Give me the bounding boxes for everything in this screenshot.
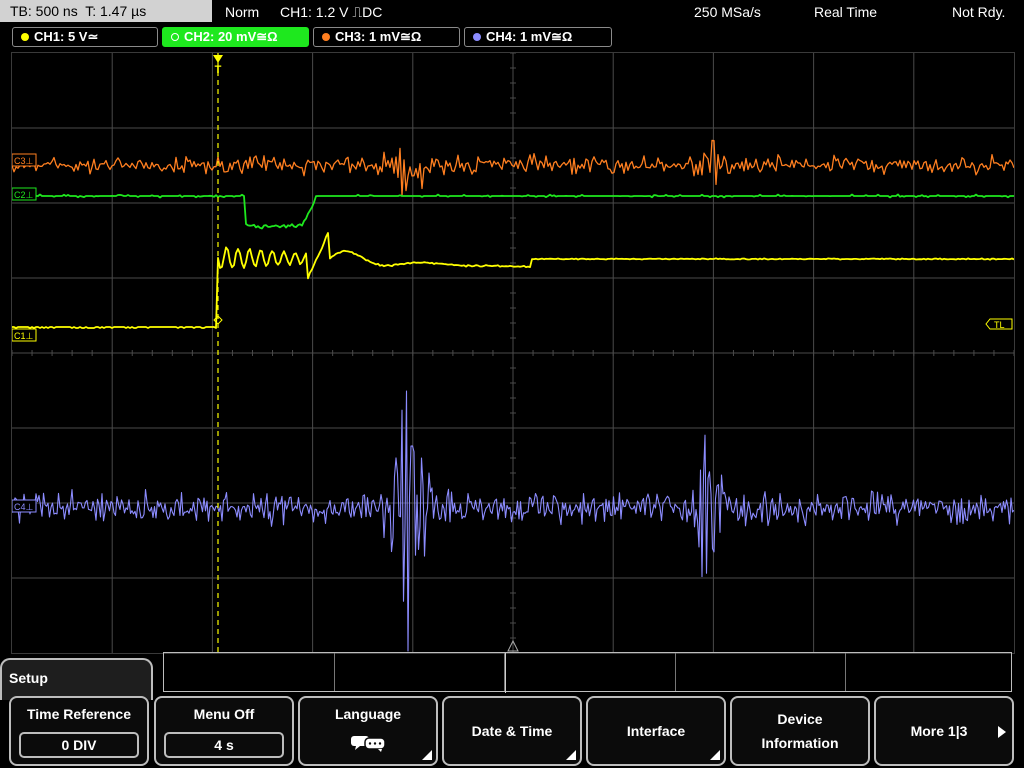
time-reference-value: 0 DIV	[19, 732, 139, 758]
ch4-level-marker: C4⊥	[14, 502, 34, 512]
acquisition-mode: Real Time	[814, 4, 878, 20]
device-information-button[interactable]: Device Information	[730, 696, 870, 766]
more-title: More 1|3	[910, 723, 968, 739]
submenu-arrow-icon	[710, 750, 720, 760]
ch2-level-marker: C2⊥	[14, 190, 34, 200]
menu-off-value: 4 s	[164, 732, 284, 758]
ch2-color-dot	[171, 33, 179, 41]
waveform-display[interactable]: T C3⊥ C2⊥ C1⊥ C4⊥ TL	[11, 52, 1015, 654]
graticule-grid	[12, 53, 1014, 653]
device-information-line2: Information	[761, 735, 839, 751]
strip-center-line	[505, 653, 506, 693]
ch3-level-marker: C3⊥	[14, 156, 34, 166]
trigger-level-marker: TL	[994, 320, 1005, 330]
channel-tab-ch1[interactable]: CH1: 5 V≃	[12, 27, 158, 47]
interface-button[interactable]: Interface	[586, 696, 726, 766]
time-reference-button[interactable]: Time Reference 0 DIV	[9, 696, 149, 766]
trigger-position-label: T	[215, 64, 222, 76]
device-information-title: Device Information	[732, 698, 868, 764]
ch4-label: CH4: 1 mV≅Ω	[486, 29, 573, 44]
setup-menu-tab[interactable]: Setup	[0, 658, 153, 700]
sample-rate: 250 MSa/s	[694, 4, 761, 20]
timebase-readout[interactable]: TB: 500 ns T: 1.47 µs	[0, 0, 212, 22]
device-information-line1: Device	[777, 711, 823, 727]
strip-division	[845, 653, 846, 691]
menu-off-title: Menu Off	[193, 706, 255, 722]
language-title: Language	[334, 706, 402, 722]
trigger-position-icon	[213, 55, 223, 63]
language-button[interactable]: Language	[298, 696, 438, 766]
zoom-strip	[163, 652, 1012, 693]
channel-tab-ch2[interactable]: CH2: 20 mV≅Ω	[162, 27, 309, 47]
ch1-color-dot	[21, 33, 29, 41]
ch2-label: CH2: 20 mV≅Ω	[184, 29, 278, 44]
submenu-arrow-icon	[422, 750, 432, 760]
date-time-button[interactable]: Date & Time	[442, 696, 582, 766]
submenu-arrow-icon	[566, 750, 576, 760]
trigger-state: Not Rdy.	[952, 4, 1006, 20]
next-page-icon	[998, 726, 1006, 738]
strip-division	[334, 653, 335, 691]
time-reference-title: Time Reference	[26, 706, 131, 722]
channel-tab-ch3[interactable]: CH3: 1 mV≅Ω	[313, 27, 460, 47]
ch4-color-dot	[473, 33, 481, 41]
trigger-mode[interactable]: Norm	[225, 2, 259, 22]
date-time-title: Date & Time	[471, 723, 553, 739]
interface-title: Interface	[626, 723, 686, 739]
menu-off-button[interactable]: Menu Off 4 s	[154, 696, 294, 766]
more-button[interactable]: More 1|3	[874, 696, 1014, 766]
channel-tab-ch4[interactable]: CH4: 1 mV≅Ω	[464, 27, 612, 47]
trigger-info[interactable]: CH1: 1.2 V ⎍DC	[280, 2, 382, 22]
ch1-level-marker: C1⊥	[14, 331, 34, 341]
ch1-label: CH1: 5 V≃	[34, 29, 99, 44]
speech-bubbles-icon	[351, 736, 386, 752]
strip-division	[675, 653, 676, 691]
ch3-color-dot	[322, 33, 330, 41]
ch3-label: CH3: 1 mV≅Ω	[335, 29, 422, 44]
